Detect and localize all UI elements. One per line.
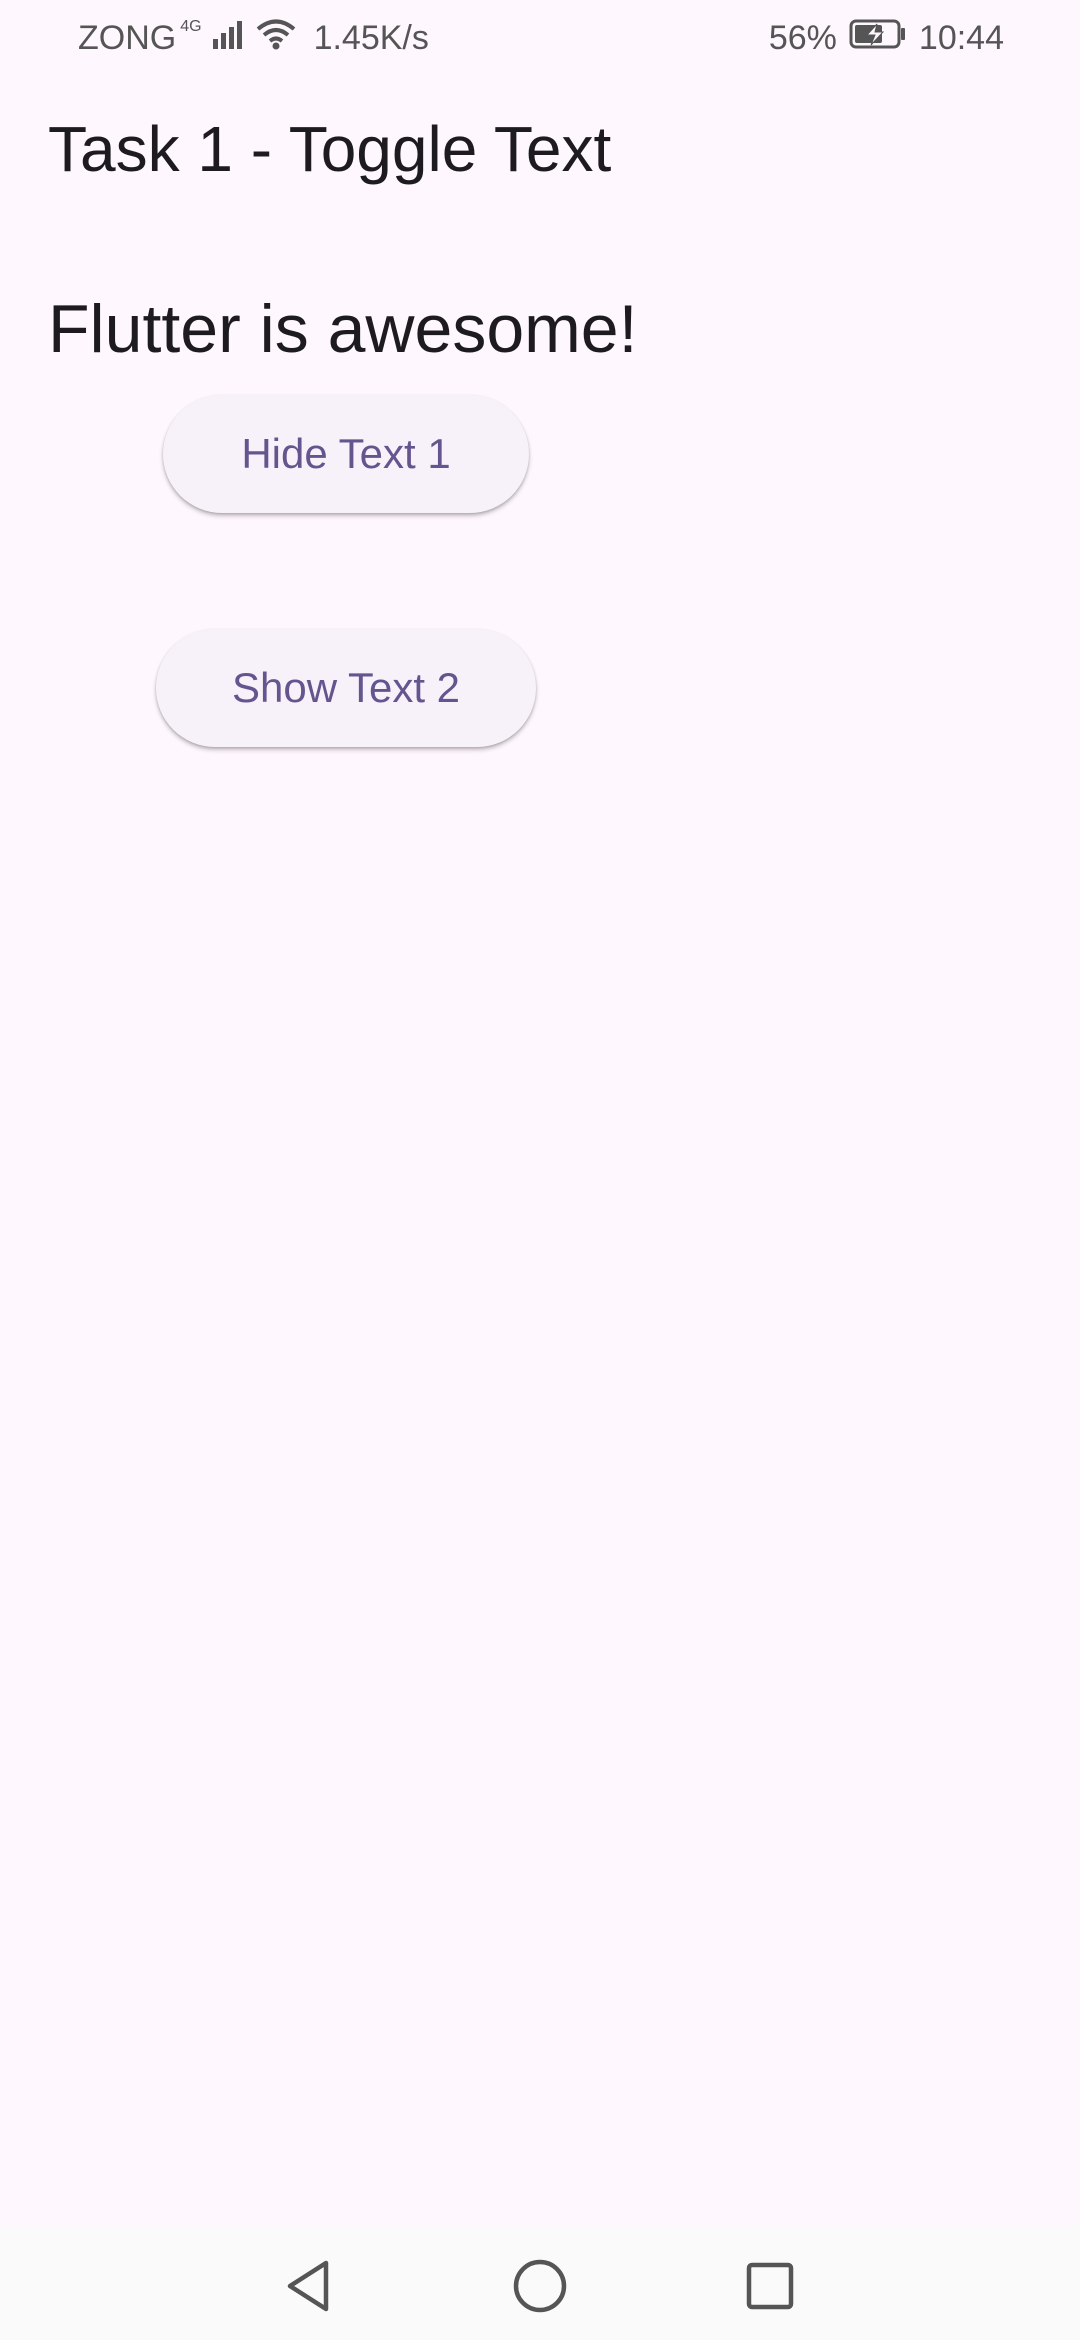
status-left: ZONG 4G 1.45K/s bbox=[78, 18, 429, 59]
status-bar: ZONG 4G 1.45K/s 56% 10:44 bbox=[0, 0, 1080, 76]
home-icon[interactable] bbox=[510, 2256, 570, 2316]
signal-icon bbox=[212, 19, 246, 58]
app-bar-title: Task 1 - Toggle Text bbox=[48, 113, 612, 185]
wifi-icon bbox=[256, 18, 296, 59]
recent-apps-icon[interactable] bbox=[740, 2256, 800, 2316]
toggle-text-1: Flutter is awesome! bbox=[48, 291, 638, 367]
show-text-2-button[interactable]: Show Text 2 bbox=[156, 629, 536, 747]
clock: 10:44 bbox=[918, 19, 1004, 57]
system-nav-bar bbox=[0, 2226, 1080, 2340]
status-right: 56% 10:44 bbox=[769, 18, 1004, 59]
net-speed: 1.45K/s bbox=[313, 19, 429, 57]
hide-text-1-button[interactable]: Hide Text 1 bbox=[163, 395, 529, 513]
carrier-name: ZONG bbox=[78, 19, 177, 57]
battery-percent: 56% bbox=[768, 19, 837, 57]
battery-charging-icon bbox=[849, 18, 907, 59]
back-icon[interactable] bbox=[278, 2256, 338, 2316]
network-type: 4G bbox=[180, 17, 202, 35]
